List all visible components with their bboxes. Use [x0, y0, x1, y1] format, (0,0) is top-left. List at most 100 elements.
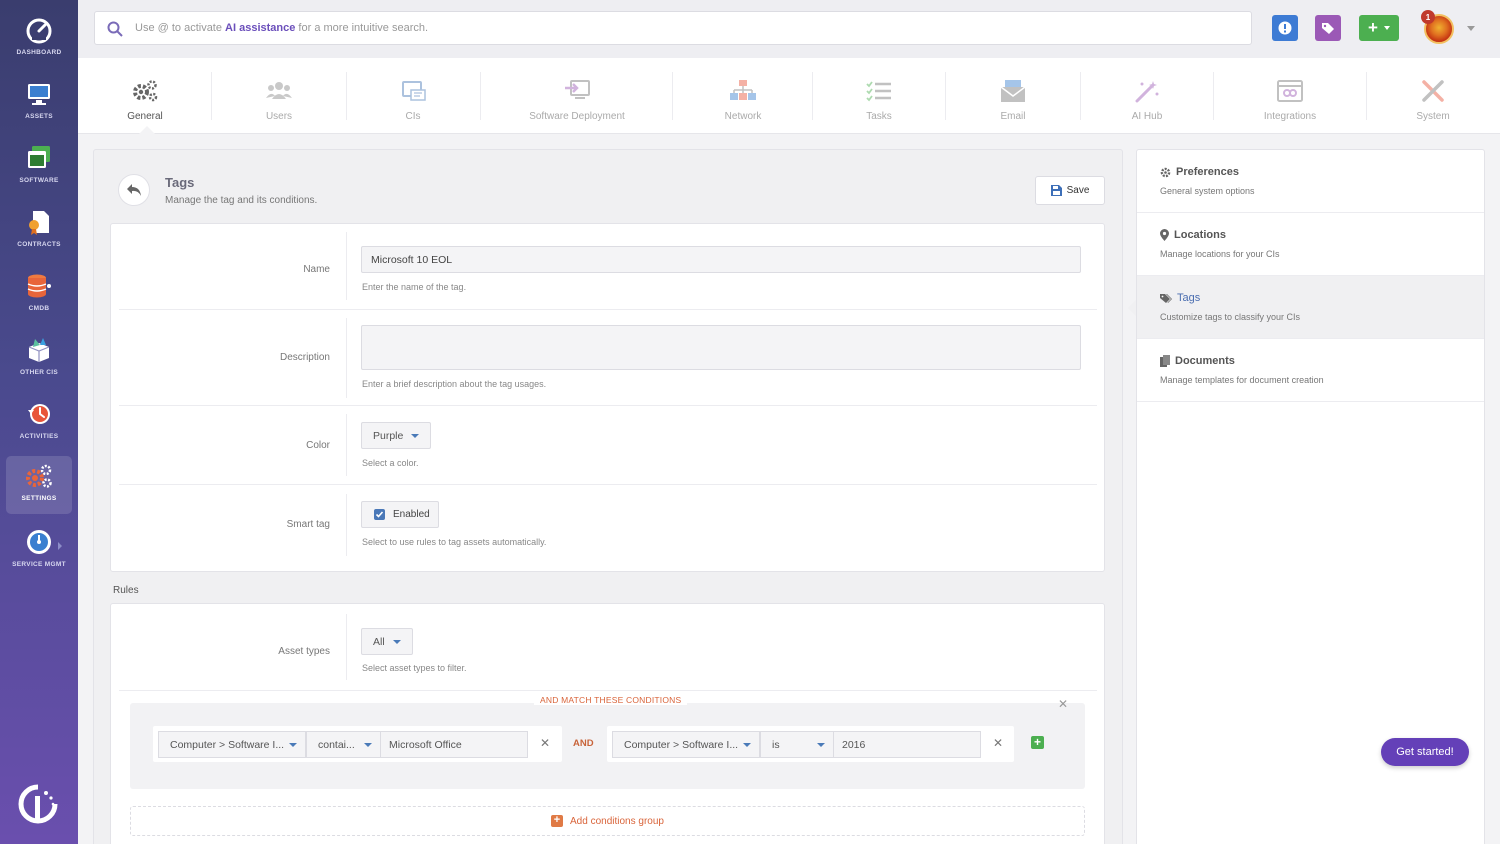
- chevron-down-icon: [743, 743, 751, 747]
- gears-icon: [131, 78, 159, 104]
- tags-icon: [1160, 293, 1172, 303]
- contract-document-icon: [25, 208, 53, 236]
- tag-button[interactable]: [1315, 15, 1341, 41]
- chevron-down-icon: [817, 743, 825, 747]
- name-label: Name: [303, 264, 330, 275]
- smart-tag-checkbox[interactable]: Enabled: [361, 501, 439, 528]
- condition-field-select[interactable]: Computer > Software I...: [158, 731, 306, 758]
- add-condition-button[interactable]: +: [1031, 736, 1044, 749]
- tab-cis[interactable]: CIs: [380, 58, 446, 134]
- sidebar-item-label: CONTRACTS: [17, 241, 61, 248]
- tools-icon: [1419, 78, 1447, 104]
- tab-network[interactable]: Network: [710, 58, 776, 134]
- name-field[interactable]: Microsoft 10 EOL: [361, 246, 1081, 273]
- sidebar-item-software[interactable]: SOFTWARE: [6, 138, 72, 196]
- checkbox-checked-icon: [374, 509, 385, 520]
- condition-operator-select[interactable]: is: [760, 731, 834, 758]
- tab-pointer: [139, 126, 155, 134]
- tab-general[interactable]: General: [106, 58, 184, 134]
- sidebar-item-label: CMDB: [28, 305, 50, 312]
- plus-icon: +: [551, 815, 564, 827]
- sidebar-item-label: SOFTWARE: [19, 177, 59, 184]
- info-button[interactable]: [1272, 15, 1298, 41]
- service-gauge-icon: [25, 528, 53, 556]
- sidebar-item-label: OTHER CIS: [19, 369, 59, 376]
- tab-software-deployment[interactable]: Software Deployment: [518, 58, 636, 134]
- floppy-disk-icon: [1050, 185, 1062, 196]
- top-bar: Use @ to activate AI assistance for a mo…: [78, 0, 1500, 58]
- sidebar-item-activities[interactable]: ACTIVITIES: [6, 394, 72, 452]
- condition-operator-select[interactable]: contai...: [306, 731, 381, 758]
- sidebar-item-label: ACTIVITIES: [19, 433, 59, 440]
- search-placeholder: Use @ to activate AI assistance for a mo…: [135, 22, 429, 34]
- add-new-button[interactable]: +: [1359, 15, 1399, 41]
- smart-tag-label: Smart tag: [286, 519, 330, 530]
- settings-tabs: General Users CIs Software Deployment Ne…: [78, 58, 1500, 134]
- chevron-down-icon: [364, 743, 372, 747]
- database-icon: [25, 272, 53, 300]
- remove-condition-icon[interactable]: ✕: [993, 736, 1003, 750]
- and-joiner: AND: [573, 738, 594, 749]
- documents-icon: [1160, 355, 1170, 367]
- search-input[interactable]: Use @ to activate AI assistance for a mo…: [94, 11, 1252, 45]
- tag-icon: [1322, 23, 1334, 34]
- sidebar-item-label: DASHBOARD: [16, 49, 62, 56]
- sidebar-item-label: ASSETS: [25, 113, 53, 120]
- active-pointer: [1128, 300, 1136, 316]
- add-conditions-group-button[interactable]: + Add conditions group: [130, 806, 1085, 836]
- deploy-icon: [563, 78, 591, 104]
- reply-arrow-icon: [127, 184, 141, 196]
- chevron-down-icon[interactable]: [1467, 26, 1475, 31]
- back-button[interactable]: [118, 174, 150, 206]
- email-icon: [999, 78, 1027, 104]
- asset-types-select[interactable]: All: [361, 628, 413, 655]
- network-icon: [729, 78, 757, 104]
- sidebar-item-assets[interactable]: ASSETS: [6, 74, 72, 132]
- users-icon: [265, 78, 293, 104]
- expand-arrow-icon[interactable]: [58, 542, 62, 550]
- tab-system[interactable]: System: [1400, 58, 1466, 134]
- software-window-icon: [25, 144, 53, 172]
- sidebar-item-other-cis[interactable]: OTHER CIS: [6, 330, 72, 388]
- color-hint: Select a color.: [362, 458, 419, 468]
- page-subtitle: Manage the tag and its conditions.: [165, 195, 318, 206]
- conditions-heading: AND MATCH THESE CONDITIONS: [534, 695, 688, 705]
- settings-menu-preferences[interactable]: Preferences General system options: [1137, 150, 1484, 213]
- chevron-down-icon: [392, 639, 401, 644]
- sidebar-item-contracts[interactable]: CONTRACTS: [6, 202, 72, 260]
- sidebar-item-settings[interactable]: SETTINGS: [6, 456, 72, 514]
- plus-icon: +: [1368, 18, 1378, 37]
- color-select[interactable]: Purple: [361, 422, 432, 449]
- settings-menu-documents[interactable]: Documents Manage templates for document …: [1137, 339, 1484, 402]
- condition-value-input[interactable]: 2016: [833, 731, 981, 758]
- asset-types-hint: Select asset types to filter.: [362, 663, 467, 673]
- tab-users[interactable]: Users: [246, 58, 312, 134]
- tab-ai-hub[interactable]: AI Hub: [1114, 58, 1180, 134]
- alert-circle-icon: [1278, 21, 1292, 35]
- magic-wand-icon: [1133, 78, 1161, 104]
- save-button[interactable]: Save: [1035, 176, 1105, 205]
- gear-icon: [1160, 167, 1171, 177]
- tab-tasks[interactable]: Tasks: [846, 58, 912, 134]
- sidebar-item-cmdb[interactable]: CMDB: [6, 266, 72, 324]
- remove-condition-icon[interactable]: ✕: [540, 736, 550, 750]
- gauge-icon: [25, 16, 53, 44]
- search-icon: [107, 21, 123, 37]
- settings-menu-tags[interactable]: Tags Customize tags to classify your CIs: [1137, 276, 1484, 339]
- tab-email[interactable]: Email: [980, 58, 1046, 134]
- close-icon[interactable]: ✕: [1058, 697, 1068, 711]
- sidebar-item-dashboard[interactable]: DASHBOARD: [6, 10, 72, 68]
- rules-section-label: Rules: [113, 585, 139, 596]
- integrations-icon: [1276, 78, 1304, 104]
- condition-value-input[interactable]: Microsoft Office: [380, 731, 528, 758]
- asset-types-label: Asset types: [278, 646, 330, 657]
- chevron-down-icon: [1383, 26, 1390, 30]
- settings-menu-locations[interactable]: Locations Manage locations for your CIs: [1137, 213, 1484, 276]
- description-field[interactable]: [361, 325, 1081, 370]
- app-logo: [18, 784, 58, 824]
- condition-field-select[interactable]: Computer > Software I...: [612, 731, 760, 758]
- sidebar-item-service-mgmt[interactable]: SERVICE MGMT: [6, 522, 72, 580]
- get-started-button[interactable]: Get started!: [1381, 738, 1469, 766]
- tab-integrations[interactable]: Integrations: [1250, 58, 1330, 134]
- color-label: Color: [306, 440, 330, 451]
